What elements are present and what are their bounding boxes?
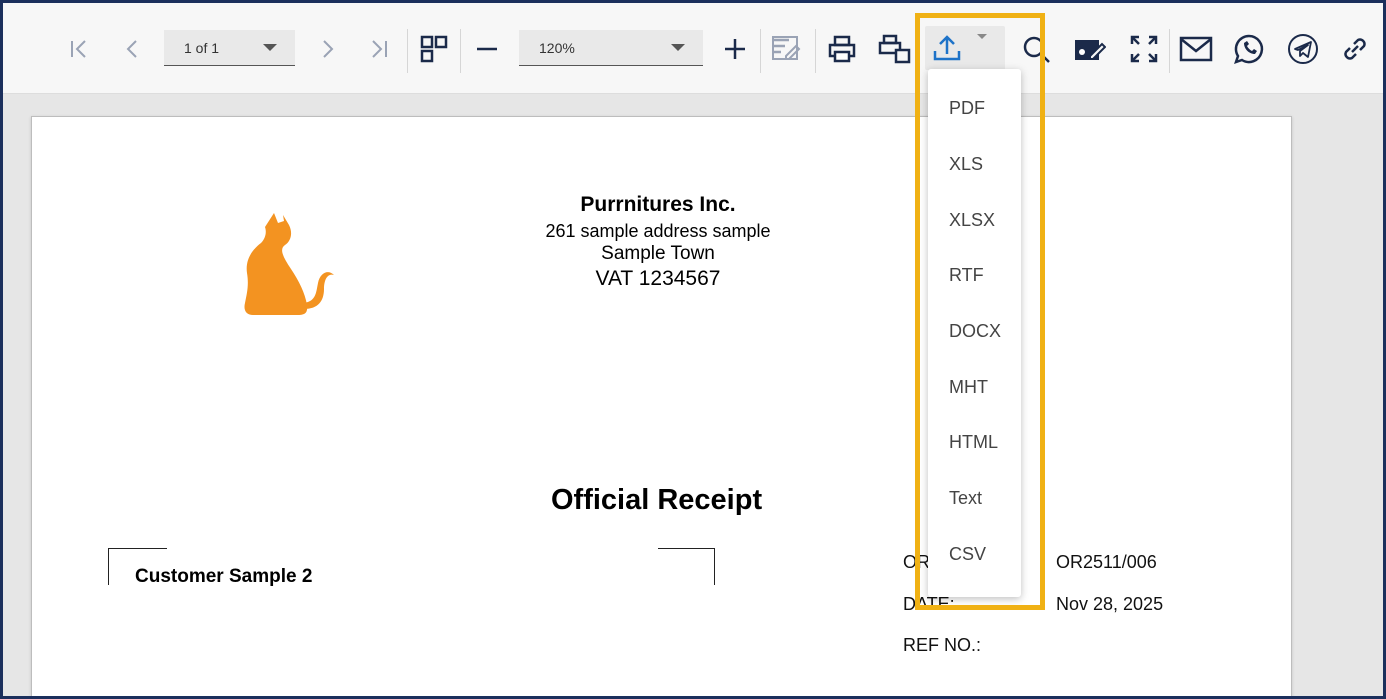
- link-icon[interactable]: [1338, 32, 1372, 66]
- highlight-box: [915, 13, 1045, 610]
- page-select[interactable]: 1 of 1: [164, 30, 295, 66]
- customer-name: Customer Sample 2: [135, 566, 313, 587]
- chevron-down-icon: [671, 44, 685, 51]
- prev-page-icon[interactable]: [119, 35, 147, 63]
- edit-icon[interactable]: [769, 32, 805, 66]
- whatsapp-icon[interactable]: [1232, 32, 1266, 66]
- print-page-icon[interactable]: [877, 32, 913, 66]
- zoom-in-icon[interactable]: [721, 35, 749, 63]
- company-address-line2: Sample Town: [601, 243, 715, 264]
- toolbar-separator: [1169, 29, 1170, 73]
- telegram-icon[interactable]: [1286, 32, 1320, 66]
- company-name: Purrnitures Inc.: [580, 193, 736, 216]
- receipt-title: Official Receipt: [551, 484, 763, 516]
- toolbar-separator: [760, 29, 761, 73]
- chevron-down-icon: [263, 44, 277, 51]
- page-indicator: 1 of 1: [184, 40, 220, 56]
- or-value: OR2511/006: [1056, 552, 1157, 572]
- design-icon[interactable]: [1071, 32, 1107, 66]
- last-page-icon[interactable]: [365, 35, 393, 63]
- next-page-icon[interactable]: [313, 35, 341, 63]
- zoom-out-icon[interactable]: [473, 35, 501, 63]
- email-icon[interactable]: [1178, 32, 1214, 66]
- company-address-line1: 261 sample address sample: [545, 221, 771, 241]
- company-vat: VAT 1234567: [595, 267, 721, 290]
- toolbar-separator: [815, 29, 816, 73]
- zoom-value: 120%: [539, 40, 575, 56]
- print-icon[interactable]: [825, 32, 859, 66]
- multipage-icon[interactable]: [417, 32, 451, 66]
- zoom-select[interactable]: 120%: [519, 30, 703, 66]
- toolbar-separator: [460, 29, 461, 73]
- first-page-icon[interactable]: [65, 35, 93, 63]
- viewer-toolbar: 1 of 1 120%: [3, 3, 1383, 94]
- viewer-frame: 1 of 1 120% Purrnitures Inc. 261 sample …: [0, 0, 1386, 699]
- fullscreen-icon[interactable]: [1127, 32, 1161, 66]
- date-value: Nov 28, 2025: [1056, 594, 1164, 614]
- toolbar-separator: [407, 29, 408, 73]
- customer-box-corner-right: [658, 548, 715, 585]
- ref-label: REF NO.:: [903, 635, 982, 655]
